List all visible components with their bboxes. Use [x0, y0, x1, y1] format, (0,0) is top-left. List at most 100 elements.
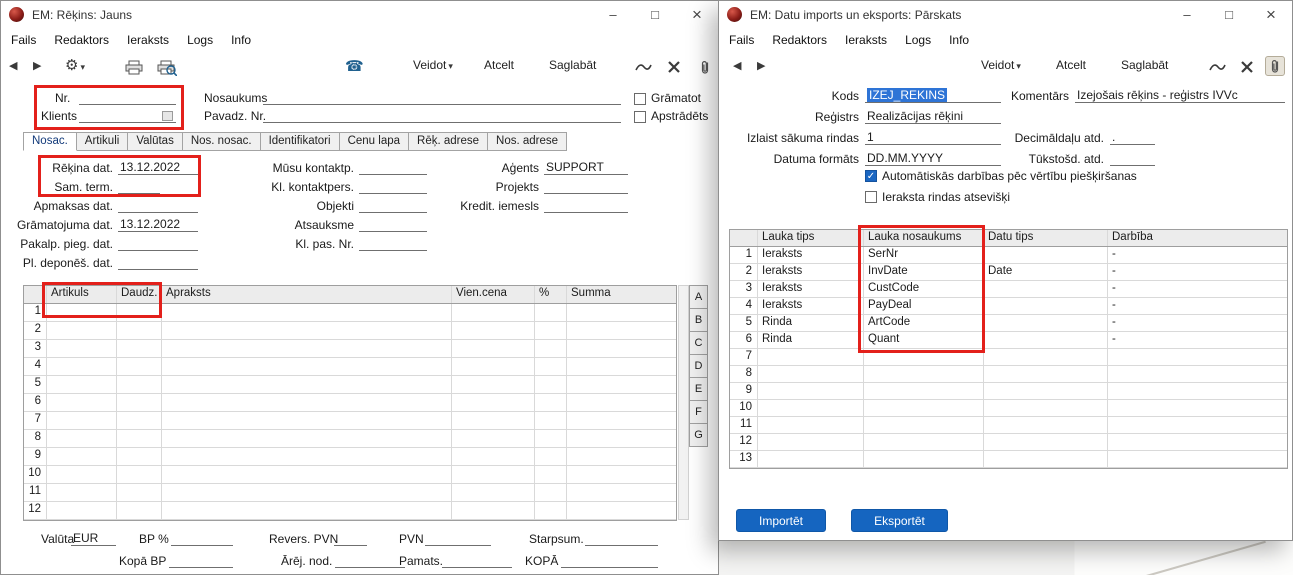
cell[interactable]	[984, 298, 1108, 314]
import-table-row[interactable]: 13	[730, 451, 1287, 468]
cell[interactable]	[864, 434, 984, 450]
cell[interactable]	[984, 281, 1108, 297]
atsauksme-input[interactable]	[359, 217, 427, 232]
column-header[interactable]: Vien.cena	[452, 286, 535, 303]
cell[interactable]	[535, 304, 567, 321]
cell[interactable]: Ieraksts	[758, 247, 864, 263]
saglabat-button[interactable]: Saglabāt	[1121, 58, 1168, 72]
row-number[interactable]: 4	[24, 358, 47, 375]
settings-dropdown[interactable]: ⚙▾	[65, 56, 85, 74]
gramatojuma-dat-input[interactable]: 13.12.2022	[118, 217, 198, 232]
cell[interactable]	[567, 376, 676, 393]
row-number[interactable]: 2	[730, 264, 758, 280]
column-header[interactable]: Summa	[567, 286, 676, 303]
cell[interactable]	[452, 412, 535, 429]
cell[interactable]	[162, 358, 452, 375]
items-table-row[interactable]: 7	[24, 412, 676, 430]
letter-tab-d[interactable]: D	[689, 355, 708, 378]
cell[interactable]	[864, 451, 984, 467]
cell[interactable]	[567, 358, 676, 375]
import-table-row[interactable]: 10	[730, 400, 1287, 417]
cell[interactable]	[1108, 451, 1287, 467]
cell[interactable]	[162, 394, 452, 411]
pl-depones-dat-input[interactable]	[118, 255, 198, 270]
close-button[interactable]: ×	[1250, 1, 1292, 28]
auto-darbibas-checkbox[interactable]: ✓	[865, 170, 877, 182]
import-table-row[interactable]: 1IerakstsSerNr-	[730, 247, 1287, 264]
cell[interactable]	[452, 340, 535, 357]
cell[interactable]	[864, 400, 984, 416]
import-table-row[interactable]: 8	[730, 366, 1287, 383]
cell[interactable]: SerNr	[864, 247, 984, 263]
cell[interactable]	[47, 502, 117, 519]
menu-info[interactable]: Info	[231, 33, 251, 47]
projekts-input[interactable]	[544, 179, 628, 194]
cell[interactable]: -	[1108, 247, 1287, 263]
items-table-row[interactable]: 1	[24, 304, 676, 322]
row-number[interactable]: 10	[730, 400, 758, 416]
minimize-button[interactable]: –	[1166, 1, 1208, 28]
cell[interactable]	[117, 484, 162, 501]
cell[interactable]	[162, 466, 452, 483]
rekina-dat-input[interactable]: 13.12.2022	[118, 160, 198, 175]
tab-valutas[interactable]: Valūtas	[128, 132, 183, 151]
saglabat-button[interactable]: Saglabāt	[549, 58, 596, 72]
revers-pvn-input[interactable]	[334, 531, 367, 546]
cell[interactable]	[758, 434, 864, 450]
items-table-row[interactable]: 8	[24, 430, 676, 448]
maximize-button[interactable]: □	[1208, 1, 1250, 28]
menu-info[interactable]: Info	[949, 33, 969, 47]
valuta-input[interactable]: EUR	[71, 531, 116, 546]
menu-ieraksts[interactable]: Ieraksts	[127, 33, 169, 47]
cell[interactable]	[452, 484, 535, 501]
importet-button[interactable]: Importēt	[736, 509, 826, 532]
cell[interactable]: Rinda	[758, 315, 864, 331]
cell[interactable]	[162, 448, 452, 465]
cell[interactable]	[758, 349, 864, 365]
menu-logs[interactable]: Logs	[905, 33, 931, 47]
row-number[interactable]: 9	[730, 383, 758, 399]
cell[interactable]	[1108, 417, 1287, 433]
cell[interactable]: -	[1108, 315, 1287, 331]
pavadz-input[interactable]	[263, 108, 621, 123]
cell[interactable]	[47, 376, 117, 393]
row-number[interactable]: 3	[730, 281, 758, 297]
import-table-row[interactable]: 6RindaQuant-	[730, 332, 1287, 349]
row-number[interactable]: 6	[730, 332, 758, 348]
row-number[interactable]: 2	[24, 322, 47, 339]
cell[interactable]	[117, 376, 162, 393]
menu-fails[interactable]: Fails	[11, 33, 36, 47]
column-header[interactable]: Darbība	[1108, 230, 1287, 246]
cell[interactable]	[162, 502, 452, 519]
menu-redaktors[interactable]: Redaktors	[54, 33, 109, 47]
tukstosd-atd-input[interactable]	[1110, 151, 1155, 166]
row-number[interactable]: 1	[24, 304, 47, 321]
cell[interactable]	[535, 466, 567, 483]
import-table-row[interactable]: 2IerakstsInvDateDate-	[730, 264, 1287, 281]
cell[interactable]	[535, 502, 567, 519]
letter-tab-e[interactable]: E	[689, 378, 708, 401]
tab-rek-adrese[interactable]: Rēķ. adrese	[409, 132, 488, 151]
cell[interactable]	[984, 315, 1108, 331]
cell[interactable]	[47, 412, 117, 429]
cell[interactable]	[162, 484, 452, 501]
cell[interactable]	[567, 394, 676, 411]
import-table-row[interactable]: 12	[730, 434, 1287, 451]
musu-kontaktp-input[interactable]	[359, 160, 427, 175]
kopa-bp-input[interactable]	[169, 553, 233, 568]
column-header[interactable]: Daudz.	[117, 286, 162, 303]
items-table-scrollbar[interactable]	[678, 285, 689, 520]
cell[interactable]	[117, 412, 162, 429]
cell[interactable]	[452, 448, 535, 465]
cell[interactable]	[984, 383, 1108, 399]
apstradets-checkbox[interactable]	[634, 111, 646, 123]
eksportet-button[interactable]: Eksportēt	[851, 509, 948, 532]
row-number[interactable]: 3	[24, 340, 47, 357]
items-table-row[interactable]: 5	[24, 376, 676, 394]
cell[interactable]	[535, 484, 567, 501]
cell[interactable]	[535, 412, 567, 429]
items-table-row[interactable]: 9	[24, 448, 676, 466]
cell[interactable]: Ieraksts	[758, 298, 864, 314]
menu-redaktors[interactable]: Redaktors	[772, 33, 827, 47]
cell[interactable]	[117, 322, 162, 339]
